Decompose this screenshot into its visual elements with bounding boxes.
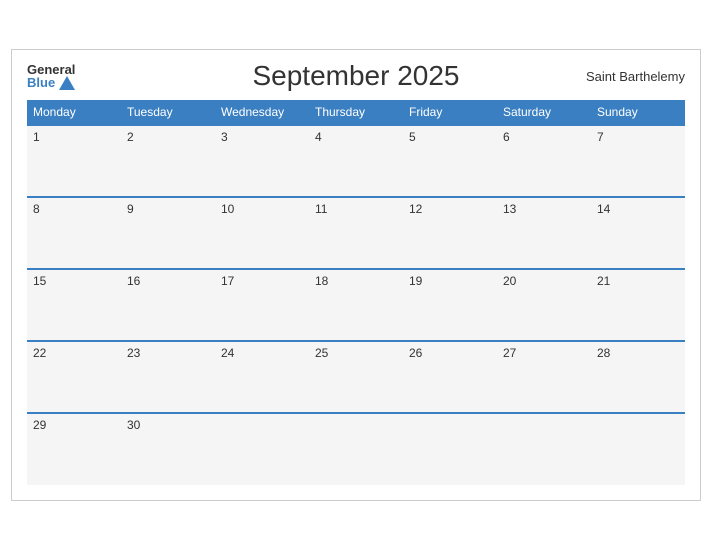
header-friday: Friday bbox=[403, 100, 497, 125]
day-number: 8 bbox=[33, 202, 40, 216]
day-number: 25 bbox=[315, 346, 328, 360]
calendar-week-row: 22 23 24 25 26 27 28 bbox=[27, 341, 685, 413]
calendar-day-cell: 29 bbox=[27, 413, 121, 485]
day-number: 29 bbox=[33, 418, 46, 432]
day-number: 7 bbox=[597, 130, 604, 144]
header-thursday: Thursday bbox=[309, 100, 403, 125]
calendar-day-cell: 25 bbox=[309, 341, 403, 413]
calendar-day-cell: 6 bbox=[497, 125, 591, 197]
calendar-day-cell: 1 bbox=[27, 125, 121, 197]
calendar-day-cell: 20 bbox=[497, 269, 591, 341]
weekday-header-row: Monday Tuesday Wednesday Thursday Friday… bbox=[27, 100, 685, 125]
calendar: General Blue September 2025 Saint Barthe… bbox=[11, 49, 701, 501]
day-number: 26 bbox=[409, 346, 422, 360]
calendar-day-cell: 12 bbox=[403, 197, 497, 269]
calendar-day-cell: 13 bbox=[497, 197, 591, 269]
header-tuesday: Tuesday bbox=[121, 100, 215, 125]
calendar-day-cell: 17 bbox=[215, 269, 309, 341]
day-number: 19 bbox=[409, 274, 422, 288]
day-number: 1 bbox=[33, 130, 40, 144]
day-number: 3 bbox=[221, 130, 228, 144]
calendar-header: General Blue September 2025 Saint Barthe… bbox=[27, 60, 685, 92]
calendar-table: Monday Tuesday Wednesday Thursday Friday… bbox=[27, 100, 685, 485]
calendar-title: September 2025 bbox=[252, 60, 459, 92]
calendar-day-cell: 28 bbox=[591, 341, 685, 413]
calendar-day-cell bbox=[309, 413, 403, 485]
calendar-day-cell: 21 bbox=[591, 269, 685, 341]
day-number: 18 bbox=[315, 274, 328, 288]
calendar-day-cell: 24 bbox=[215, 341, 309, 413]
calendar-day-cell: 27 bbox=[497, 341, 591, 413]
calendar-day-cell: 10 bbox=[215, 197, 309, 269]
day-number: 27 bbox=[503, 346, 516, 360]
calendar-week-row: 1 2 3 4 5 6 7 bbox=[27, 125, 685, 197]
calendar-day-cell: 22 bbox=[27, 341, 121, 413]
calendar-day-cell: 19 bbox=[403, 269, 497, 341]
calendar-day-cell bbox=[403, 413, 497, 485]
calendar-day-cell: 4 bbox=[309, 125, 403, 197]
day-number: 24 bbox=[221, 346, 234, 360]
logo-triangle-icon bbox=[59, 76, 75, 90]
calendar-day-cell: 15 bbox=[27, 269, 121, 341]
header-sunday: Sunday bbox=[591, 100, 685, 125]
calendar-day-cell: 11 bbox=[309, 197, 403, 269]
calendar-day-cell bbox=[497, 413, 591, 485]
header-wednesday: Wednesday bbox=[215, 100, 309, 125]
calendar-day-cell: 23 bbox=[121, 341, 215, 413]
day-number: 9 bbox=[127, 202, 134, 216]
calendar-day-cell: 2 bbox=[121, 125, 215, 197]
header-monday: Monday bbox=[27, 100, 121, 125]
day-number: 2 bbox=[127, 130, 134, 144]
day-number: 5 bbox=[409, 130, 416, 144]
day-number: 12 bbox=[409, 202, 422, 216]
calendar-day-cell: 18 bbox=[309, 269, 403, 341]
day-number: 17 bbox=[221, 274, 234, 288]
day-number: 23 bbox=[127, 346, 140, 360]
logo-blue-text: Blue bbox=[27, 76, 75, 90]
calendar-day-cell: 8 bbox=[27, 197, 121, 269]
day-number: 16 bbox=[127, 274, 140, 288]
calendar-day-cell: 30 bbox=[121, 413, 215, 485]
day-number: 10 bbox=[221, 202, 234, 216]
day-number: 11 bbox=[315, 202, 327, 216]
day-number: 4 bbox=[315, 130, 322, 144]
calendar-day-cell: 26 bbox=[403, 341, 497, 413]
calendar-week-row: 29 30 bbox=[27, 413, 685, 485]
day-number: 20 bbox=[503, 274, 516, 288]
calendar-day-cell bbox=[591, 413, 685, 485]
day-number: 28 bbox=[597, 346, 610, 360]
calendar-day-cell bbox=[215, 413, 309, 485]
logo-general-text: General bbox=[27, 63, 75, 76]
day-number: 15 bbox=[33, 274, 46, 288]
calendar-week-row: 15 16 17 18 19 20 21 bbox=[27, 269, 685, 341]
calendar-day-cell: 9 bbox=[121, 197, 215, 269]
calendar-day-cell: 14 bbox=[591, 197, 685, 269]
calendar-day-cell: 16 bbox=[121, 269, 215, 341]
calendar-day-cell: 7 bbox=[591, 125, 685, 197]
logo: General Blue bbox=[27, 63, 75, 90]
calendar-location: Saint Barthelemy bbox=[586, 69, 685, 84]
calendar-day-cell: 3 bbox=[215, 125, 309, 197]
day-number: 14 bbox=[597, 202, 610, 216]
day-number: 22 bbox=[33, 346, 46, 360]
header-saturday: Saturday bbox=[497, 100, 591, 125]
day-number: 6 bbox=[503, 130, 510, 144]
day-number: 30 bbox=[127, 418, 140, 432]
calendar-day-cell: 5 bbox=[403, 125, 497, 197]
day-number: 13 bbox=[503, 202, 516, 216]
day-number: 21 bbox=[597, 274, 610, 288]
calendar-week-row: 8 9 10 11 12 13 14 bbox=[27, 197, 685, 269]
